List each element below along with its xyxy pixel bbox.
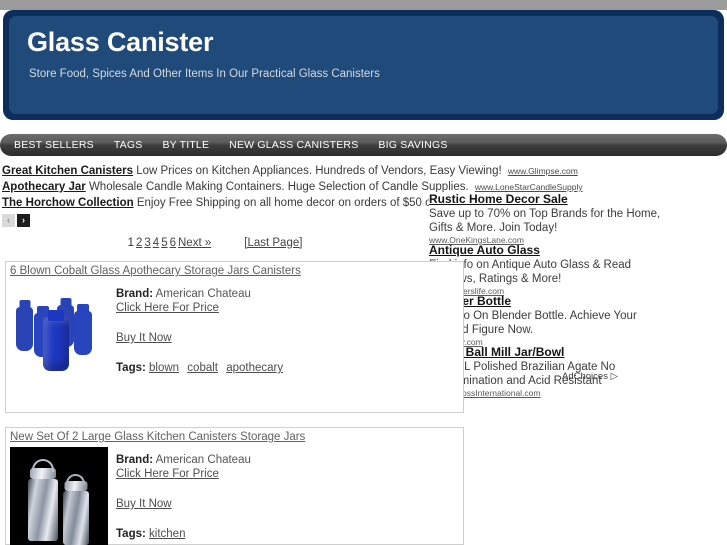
- product-buy-row: Buy It Now: [116, 497, 251, 511]
- product-body: Brand: American Chateau Click Here For P…: [6, 279, 463, 379]
- product-brand-row: Brand: American Chateau: [116, 287, 288, 301]
- product-tags-row: Tags: kitchen: [116, 527, 251, 541]
- product-tags-label: Tags:: [116, 362, 146, 374]
- pagination-page-5[interactable]: 5: [161, 237, 167, 249]
- product-tag-link[interactable]: kitchen: [149, 528, 185, 540]
- ad-url-link[interactable]: www.Glimpse.com: [508, 166, 578, 176]
- site-header: Glass Canister Store Food, Spices And Ot…: [3, 10, 724, 120]
- product-buy-row: Buy It Now: [116, 331, 288, 345]
- pagination: 1 2 3 4 5 6 Next » [Last Page]: [0, 237, 430, 249]
- pagination-current-page: 1: [127, 237, 134, 249]
- product-tags-row: Tags: blown cobalt apothecary: [116, 361, 288, 375]
- ad-title-link[interactable]: Apothecary Jar: [2, 181, 86, 193]
- product-tag-link[interactable]: cobalt: [187, 362, 218, 374]
- product-info: Brand: American Chateau Click Here For P…: [116, 281, 288, 379]
- product-tag-link[interactable]: blown: [149, 362, 179, 374]
- header-nav-gap: [0, 120, 727, 133]
- ad-description: Low Prices on Kitchen Appliances. Hundre…: [136, 165, 502, 177]
- page-title: Glass Canister: [27, 27, 214, 57]
- product-price-row: Click Here For Price: [116, 467, 251, 481]
- product-buy-now-link[interactable]: Buy It Now: [116, 332, 172, 344]
- pagination-page-2[interactable]: 2: [136, 237, 142, 249]
- chevron-right-icon[interactable]: ›: [17, 214, 30, 227]
- ad-description-line: Save up to 70% on Top Brands for the Hom…: [429, 208, 661, 220]
- product-price-row: Click Here For Price: [116, 301, 288, 315]
- product-info: Brand: American Chateau Click Here For P…: [116, 447, 251, 545]
- product-brand-label: Brand:: [116, 454, 154, 466]
- nav-item-by-title[interactable]: BY TITLE: [162, 139, 209, 151]
- product-price-link[interactable]: Click Here For Price: [116, 302, 219, 314]
- product-brand-value: American Chateau: [155, 454, 251, 466]
- sidebar-ad-footer: ‹ › AdChoices ▷: [429, 370, 689, 383]
- nav-item-best-sellers[interactable]: BEST SELLERS: [14, 139, 94, 151]
- pagination-last-page[interactable]: [Last Page]: [244, 237, 302, 249]
- product-listing[interactable]: New Set Of 2 Large Glass Kitchen Caniste…: [5, 427, 464, 545]
- product-title-link[interactable]: New Set Of 2 Large Glass Kitchen Caniste…: [6, 428, 463, 445]
- product-thumbnail[interactable]: [10, 281, 108, 379]
- top-gray-strip: [0, 0, 727, 10]
- product-tag-link[interactable]: apothecary: [226, 362, 283, 374]
- adchoices-label[interactable]: AdChoices ▷: [562, 371, 618, 382]
- product-price-link[interactable]: Click Here For Price: [116, 468, 219, 480]
- adchoices-text: AdChoices: [562, 371, 608, 382]
- pagination-page-4[interactable]: 4: [153, 237, 159, 249]
- ad-title-link[interactable]: Antique Auto Glass: [429, 243, 661, 258]
- nav-item-big-savings[interactable]: BIG SAVINGS: [378, 139, 447, 151]
- product-brand-row: Brand: American Chateau: [116, 453, 251, 467]
- ad-description: Enjoy Free Shipping on all home decor on…: [136, 197, 449, 209]
- product-thumbnail[interactable]: [10, 447, 108, 545]
- sidebar-ad-item: Rustic Home Decor Sale Save up to 70% on…: [429, 192, 661, 245]
- nav-item-new-glass-canisters[interactable]: NEW GLASS CANISTERS: [229, 139, 358, 151]
- product-title-link[interactable]: 6 Blown Cobalt Glass Apothecary Storage …: [6, 262, 463, 279]
- ad-description: Wholesale Candle Making Containers. Huge…: [88, 181, 469, 193]
- chevron-left-icon[interactable]: ‹: [2, 214, 15, 227]
- pagination-page-3[interactable]: 3: [144, 237, 150, 249]
- pagination-next[interactable]: Next »: [178, 237, 211, 249]
- pagination-page-6[interactable]: 6: [170, 237, 176, 249]
- ad-title-link[interactable]: Rustic Home Decor Sale: [429, 192, 661, 207]
- main-navigation: BEST SELLERS TAGS BY TITLE NEW GLASS CAN…: [0, 134, 727, 156]
- ad-title-link[interactable]: Great Kitchen Canisters: [2, 165, 133, 177]
- nav-item-tags[interactable]: TAGS: [114, 139, 143, 151]
- product-listing[interactable]: 6 Blown Cobalt Glass Apothecary Storage …: [5, 261, 464, 413]
- product-brand-label: Brand:: [116, 288, 154, 300]
- leaderboard-ad-pager: ‹ ›: [2, 214, 30, 227]
- page-root: Glass Canister Store Food, Spices And Ot…: [0, 0, 727, 545]
- product-body: Brand: American Chateau Click Here For P…: [6, 445, 463, 545]
- ad-description-line: Gifts & More. Join Today!: [429, 222, 558, 234]
- ad-title-link[interactable]: The Horchow Collection: [2, 197, 134, 209]
- product-brand-value: American Chateau: [155, 288, 251, 300]
- site-header-panel: Glass Canister Store Food, Spices And Ot…: [9, 16, 718, 114]
- product-tags-label: Tags:: [116, 528, 146, 540]
- adchoices-icon: ▷: [610, 371, 618, 382]
- ad-url-link[interactable]: www.LoneStarCandleSupply: [475, 182, 583, 192]
- leaderboard-ad-row: Great Kitchen Canisters Low Prices on Ki…: [2, 163, 727, 179]
- product-buy-now-link[interactable]: Buy It Now: [116, 498, 172, 510]
- site-tagline: Store Food, Spices And Other Items In Ou…: [29, 67, 380, 80]
